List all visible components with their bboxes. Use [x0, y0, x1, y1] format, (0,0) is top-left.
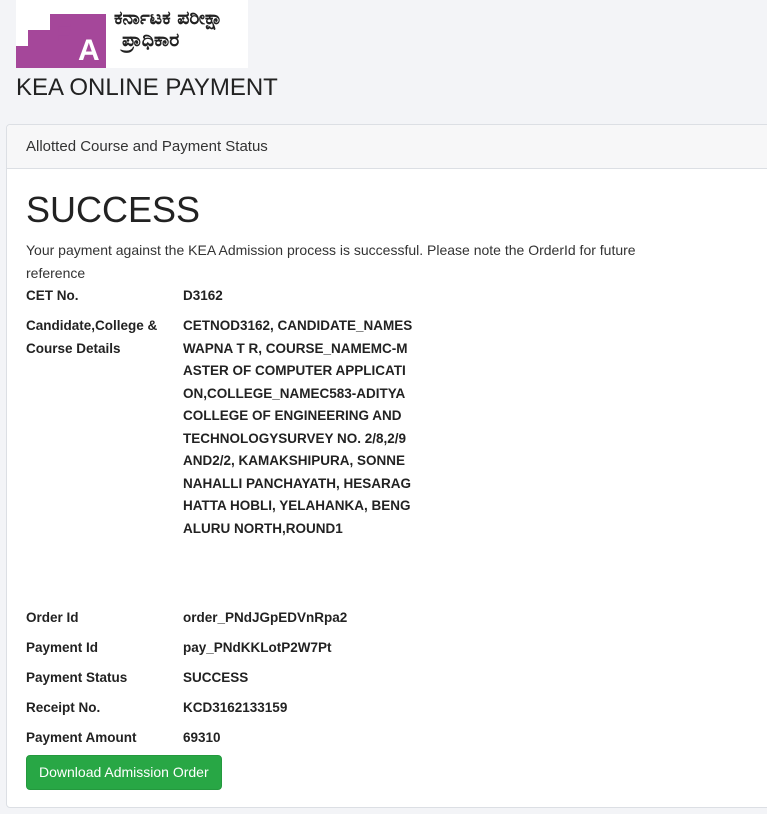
detail-row-payment-id: Payment Id pay_PNdKKLotP2W7Pt [26, 637, 446, 667]
svg-text:E: E [52, 18, 72, 51]
detail-label: Payment Id [26, 640, 99, 655]
detail-value: SUCCESS [183, 670, 249, 685]
logo-kannada-line2: ಪ್ರಾಧಿಕಾರ [119, 29, 179, 53]
detail-row-candidate-details: Candidate,College & Course Details CETNO… [26, 315, 446, 607]
detail-value: D3162 [183, 288, 223, 303]
detail-label: Candidate,College & Course Details [26, 318, 158, 356]
detail-value: KCD3162133159 [183, 700, 288, 715]
detail-row-cet-no: CET No. D3162 [26, 285, 446, 315]
detail-label: Receipt No. [26, 700, 101, 715]
detail-value: order_PNdJGpEDVnRpa2 [183, 610, 348, 625]
detail-label: Payment Status [26, 670, 128, 685]
card-header-title: Allotted Course and Payment Status [7, 125, 767, 169]
detail-row-payment-status: Payment Status SUCCESS [26, 667, 446, 697]
detail-value: 69310 [183, 730, 221, 745]
logo-letters: K [20, 4, 42, 37]
status-heading: SUCCESS [26, 189, 201, 230]
success-message: Your payment against the KEA Admission p… [26, 242, 636, 281]
detail-value: CETNOD3162, CANDIDATE_NAMESWAPNA T R, CO… [183, 318, 413, 536]
detail-row-receipt-no: Receipt No. KCD3162133159 [26, 697, 446, 727]
detail-row-order-id: Order Id order_PNdJGpEDVnRpa2 [26, 607, 446, 637]
svg-text:A: A [78, 34, 100, 67]
detail-label: CET No. [26, 288, 79, 303]
detail-value: pay_PNdKKLotP2W7Pt [183, 640, 332, 655]
detail-row-payment-amount: Payment Amount 69310 [26, 727, 446, 757]
logo-kannada-line1: ಕರ್ನಾಟಕ ಪರೀಕ್ಷಾ [114, 7, 223, 30]
detail-label: Payment Amount [26, 730, 137, 745]
payment-status-card: Allotted Course and Payment Status SUCCE… [6, 124, 767, 808]
kea-logo: K E A ಕರ್ನಾಟಕ ಪರೀಕ್ಷಾ ಪ್ರಾಧಿಕಾರ [16, 0, 248, 68]
app-title: KEA ONLINE PAYMENT [16, 74, 278, 101]
detail-label: Order Id [26, 610, 79, 625]
payment-details: CET No. D3162 Candidate,College & Course… [26, 285, 446, 757]
download-admission-order-button[interactable]: Download Admission Order [26, 755, 222, 790]
